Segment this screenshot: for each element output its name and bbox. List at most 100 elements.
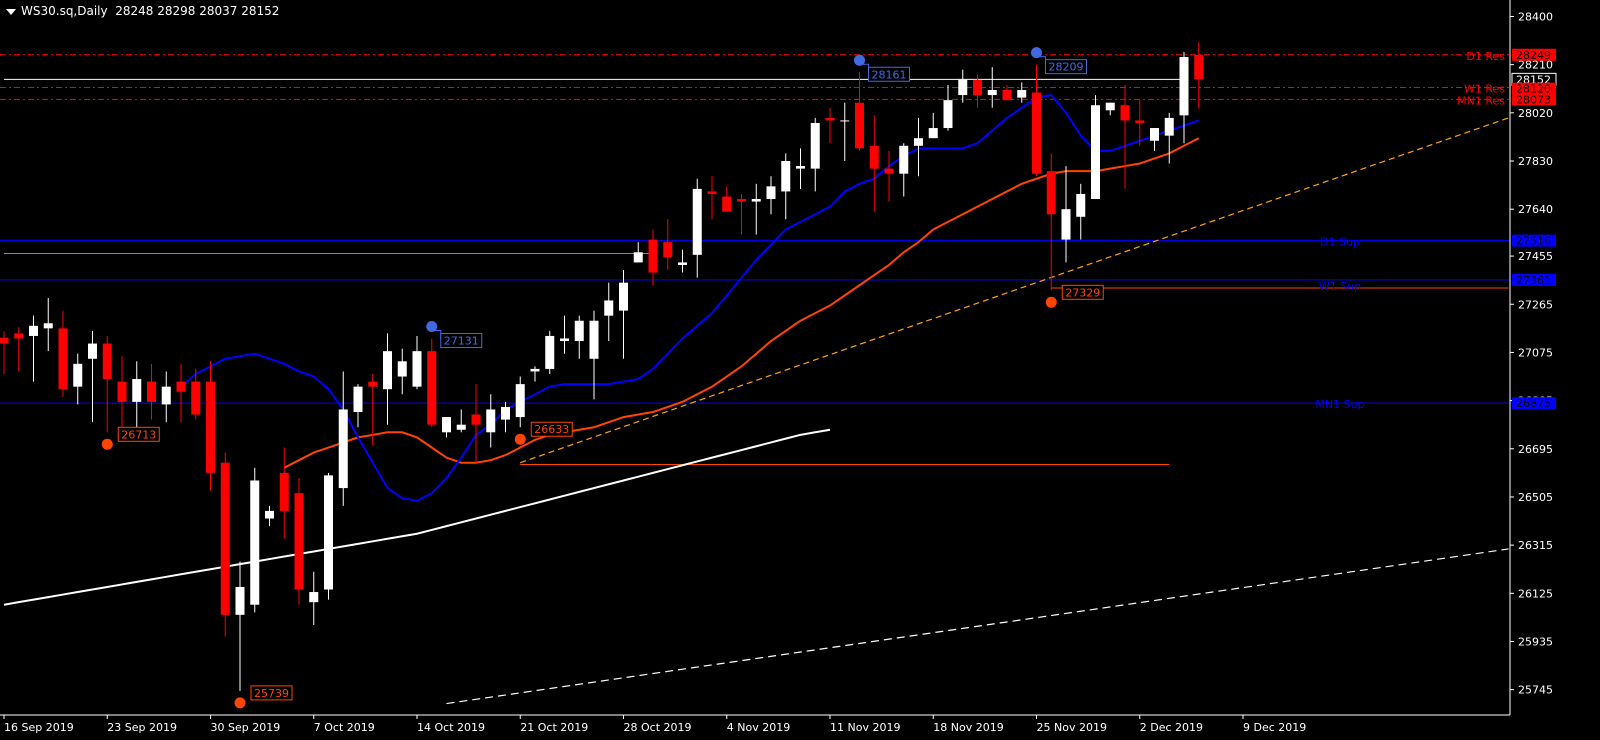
candle-body — [220, 462, 230, 615]
candle-body — [324, 475, 333, 590]
candle-body — [1017, 90, 1027, 98]
candle-body — [73, 363, 83, 387]
candle-body — [692, 188, 702, 255]
candle-body — [250, 480, 260, 605]
candle-body — [456, 424, 466, 430]
candle-body — [161, 386, 171, 405]
level-label: W1 Sup — [1319, 280, 1361, 293]
y-tick-label: 26125 — [1518, 587, 1553, 600]
candle-body — [589, 320, 599, 359]
candle-body — [117, 381, 127, 402]
candle-body — [707, 191, 717, 194]
candle-body — [486, 409, 496, 433]
swing-low-tag-text: 26713 — [121, 428, 156, 441]
x-tick-label: 30 Sep 2019 — [211, 721, 281, 734]
candle-body — [147, 381, 156, 402]
y-tick-label: 28020 — [1518, 107, 1553, 120]
candle-body — [88, 343, 97, 359]
candle-body — [176, 381, 186, 392]
candle-body — [530, 368, 540, 372]
candle-body — [338, 409, 348, 489]
swing-high-tag-text: 27131 — [444, 334, 479, 347]
price-tag-text: 27361 — [1516, 274, 1551, 287]
candle-body — [928, 128, 938, 139]
candle-body — [353, 386, 363, 413]
y-tick-label: 25745 — [1518, 684, 1553, 697]
candle-body — [914, 138, 923, 146]
candle-body — [663, 242, 673, 258]
level-label: D1 Sup — [1320, 236, 1360, 249]
candle-body — [58, 328, 68, 390]
swing-low-tag-text: 27329 — [1065, 286, 1100, 299]
candle-body — [766, 186, 776, 200]
level-label: D1 Res — [1466, 50, 1505, 63]
candle-body — [0, 337, 9, 344]
price-tag-text: 26875 — [1516, 397, 1551, 410]
candle-body — [899, 145, 909, 174]
swing-low-tag-text: 25739 — [254, 687, 289, 700]
x-tick-label: 18 Nov 2019 — [933, 721, 1003, 734]
candle-body — [412, 351, 422, 387]
ohlc-label: 28248 28298 28037 28152 — [115, 4, 280, 18]
candle-body — [604, 300, 614, 316]
y-tick-label: 25935 — [1518, 635, 1553, 648]
y-tick-label: 27265 — [1518, 298, 1553, 311]
x-tick-label: 11 Nov 2019 — [830, 721, 900, 734]
swing-low-marker — [514, 433, 526, 445]
candle-body — [383, 351, 392, 390]
candle-body — [678, 262, 687, 265]
x-tick-label: 7 Oct 2019 — [314, 721, 375, 734]
candle-body — [943, 100, 953, 129]
x-tick-label: 4 Nov 2019 — [727, 721, 790, 734]
candle-body — [442, 417, 451, 433]
price-tag-text: 27516 — [1516, 235, 1551, 248]
swing-low-marker — [1045, 296, 1057, 308]
candle-body — [751, 199, 761, 202]
candle-body — [427, 351, 437, 425]
y-tick-label: 26695 — [1518, 443, 1553, 456]
symbol-label: WS30.sq,Daily — [21, 4, 108, 18]
candle-body — [987, 90, 997, 96]
swing-high-tag-text: 28161 — [872, 68, 907, 81]
chart-area[interactable]: 28161 28209 27131 26713 25739 26633 27329 D1 R… — [0, 0, 1600, 736]
y-tick-label: 26505 — [1518, 491, 1553, 504]
candle-body — [132, 379, 142, 402]
candle-body — [810, 122, 820, 169]
y-tick-label: 27830 — [1518, 155, 1553, 168]
candle-body — [102, 343, 112, 380]
level-label: MN1 Sup — [1315, 398, 1364, 411]
x-tick-label: 23 Sep 2019 — [107, 721, 177, 734]
candle-body — [796, 166, 805, 169]
candle-body — [1164, 117, 1174, 136]
candle-body — [619, 282, 628, 311]
candle-body — [368, 381, 378, 387]
candle-body — [501, 406, 510, 420]
candle-body — [1120, 105, 1130, 121]
y-tick-label: 27455 — [1518, 250, 1553, 263]
price-tag-text: 28073 — [1516, 93, 1551, 106]
candle-body — [648, 239, 658, 273]
candle-body — [574, 320, 584, 342]
x-tick-label: 25 Nov 2019 — [1037, 721, 1107, 734]
price-chart[interactable]: 28161 28209 27131 26713 25739 26633 27329 D1 R… — [0, 0, 1600, 736]
x-tick-label: 28 Oct 2019 — [624, 721, 692, 734]
candle-body — [884, 168, 894, 174]
candle-body — [545, 335, 555, 369]
candle-body — [855, 102, 864, 149]
y-tick-label: 26315 — [1518, 539, 1553, 552]
candle-body — [1091, 105, 1100, 200]
chevron-down-icon[interactable] — [6, 8, 16, 15]
candle-body — [1076, 193, 1086, 217]
swing-low-marker — [234, 697, 246, 709]
candle-body — [973, 79, 982, 96]
candle-body — [781, 161, 791, 192]
candle-body — [1105, 102, 1115, 111]
y-tick-label: 27075 — [1518, 346, 1553, 359]
candle-body — [206, 381, 215, 473]
x-tick-label: 2 Dec 2019 — [1140, 721, 1203, 734]
candle-body — [279, 472, 289, 511]
candle-body — [1046, 171, 1056, 215]
candle-body — [1135, 120, 1145, 123]
candle-body — [471, 414, 481, 425]
candle-body — [29, 325, 38, 336]
